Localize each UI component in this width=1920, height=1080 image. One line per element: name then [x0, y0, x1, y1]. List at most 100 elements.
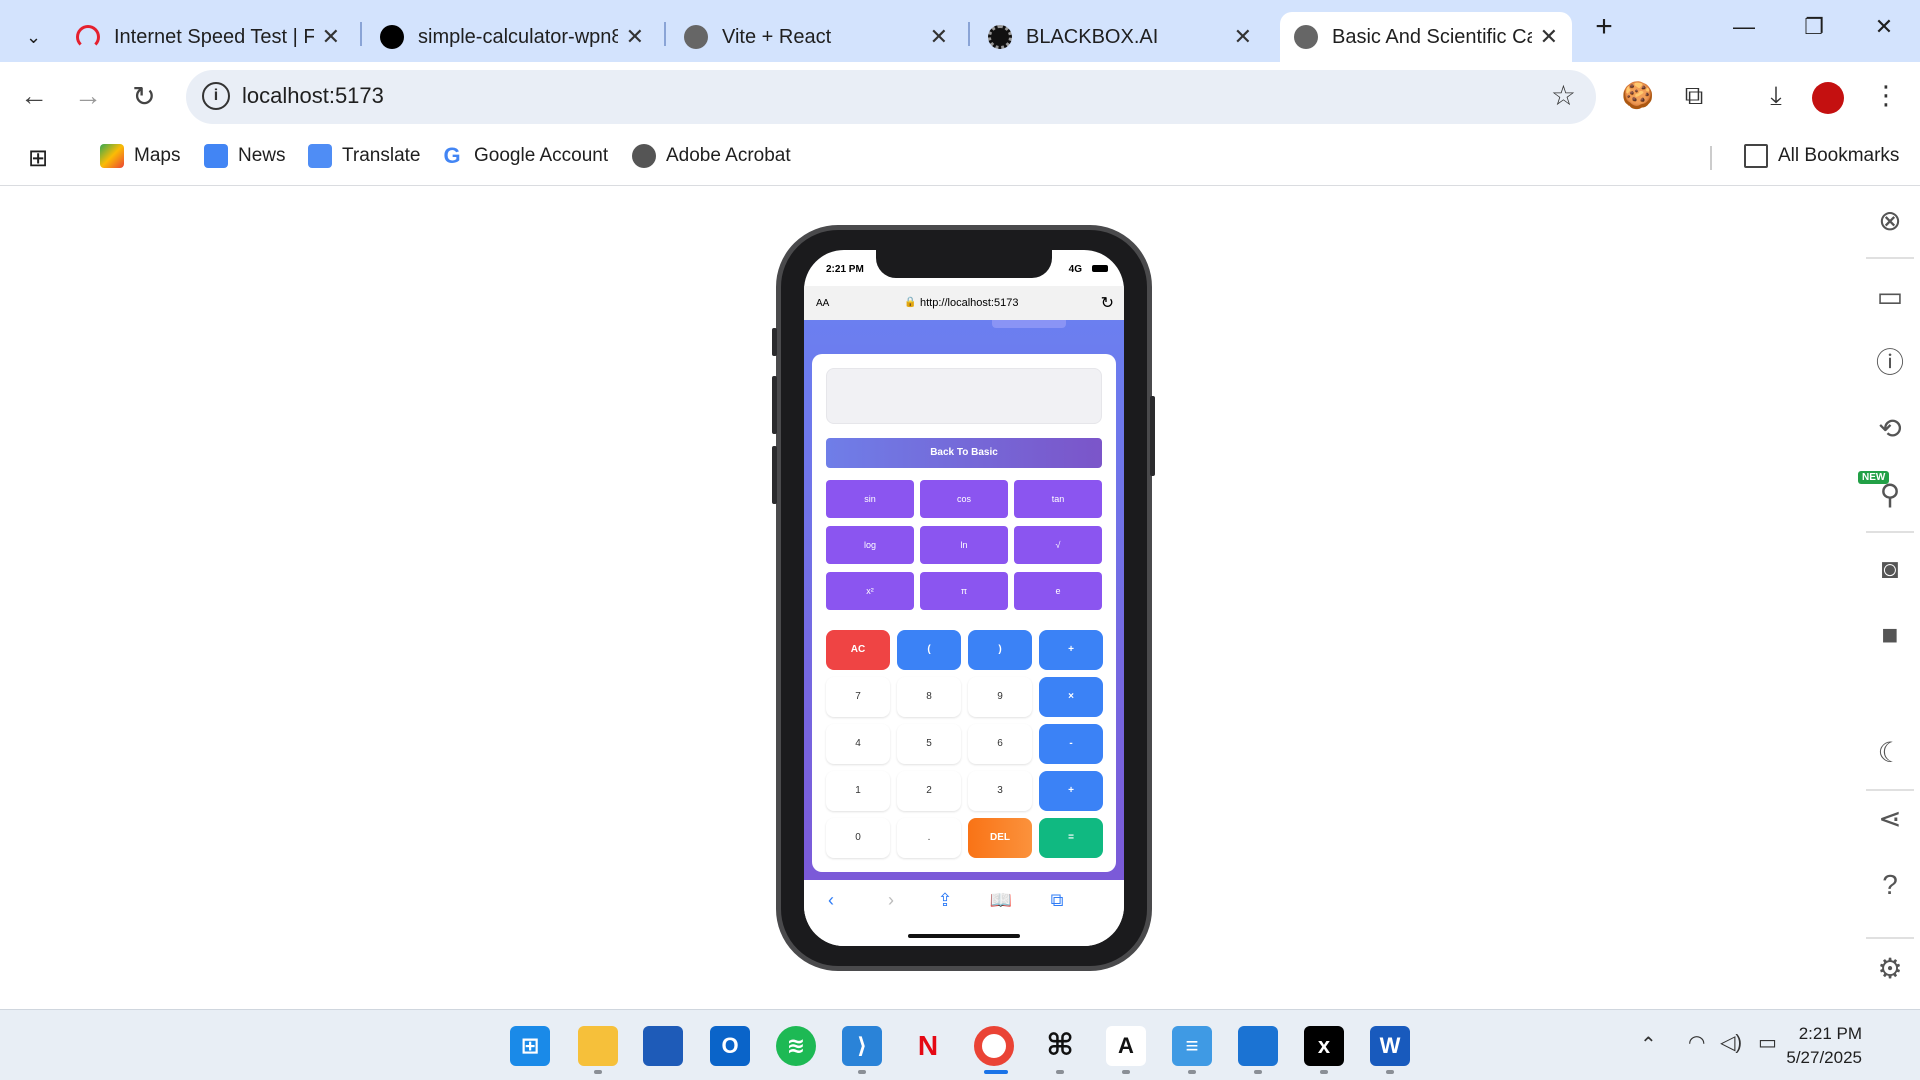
close-tab-icon[interactable]: ✕ [930, 24, 948, 50]
photos-icon[interactable] [1238, 1026, 1278, 1066]
tab-speed-test[interactable]: Internet Speed Test | Fast.com ✕ [62, 12, 354, 62]
open-paren-button[interactable]: ( [897, 630, 961, 670]
digit-button[interactable]: 9 [968, 677, 1032, 717]
address-url[interactable]: localhost:5173 [242, 83, 384, 109]
windows-start-icon[interactable]: ⊞ [510, 1026, 550, 1066]
cookie-extension-icon[interactable]: 🍪 [1620, 80, 1656, 111]
notepad-icon[interactable]: ≡ [1172, 1026, 1212, 1066]
reload-icon[interactable]: ↻ [1101, 293, 1114, 313]
profile-avatar[interactable] [1812, 82, 1844, 114]
all-bookmarks-button[interactable]: All Bookmarks [1744, 144, 1899, 168]
rotate-icon[interactable]: ⟲ [1872, 411, 1908, 447]
safari-back-icon[interactable]: ‹ [816, 890, 846, 911]
sqrt-button[interactable]: √ [1014, 526, 1102, 564]
operator-button[interactable]: + [1039, 630, 1103, 670]
settings-gear-icon[interactable]: ⚙ [1872, 951, 1908, 987]
back-button[interactable]: ← [16, 80, 52, 112]
safari-forward-icon[interactable]: › [876, 890, 906, 911]
devices-icon[interactable]: ▭ [1872, 279, 1908, 315]
tab-blackbox[interactable]: BLACKBOX.AI ✕ [974, 12, 1266, 62]
close-tab-icon[interactable]: ✕ [322, 24, 340, 50]
digit-button[interactable]: 8 [897, 677, 961, 717]
forward-button[interactable]: → [70, 80, 106, 112]
new-tab-button[interactable]: + [1584, 10, 1624, 44]
close-tab-icon[interactable]: ✕ [1234, 24, 1252, 50]
digit-button[interactable]: 4 [826, 724, 890, 764]
tab-simple-calculator[interactable]: simple-calculator-wpn8 ✕ [366, 12, 658, 62]
e-button[interactable]: e [1014, 572, 1102, 610]
bookmarks-icon[interactable]: 📖 [986, 890, 1016, 911]
delete-button[interactable]: DEL [968, 818, 1032, 858]
restore-button[interactable]: ❐ [1794, 14, 1834, 40]
anthropic-icon[interactable]: A [1106, 1026, 1146, 1066]
minimize-button[interactable]: — [1724, 14, 1764, 40]
sin-button[interactable]: sin [826, 480, 914, 518]
ln-button[interactable]: ln [920, 526, 1008, 564]
outlook-icon[interactable]: O [710, 1026, 750, 1066]
digit-button[interactable]: 7 [826, 677, 890, 717]
decimal-button[interactable]: . [897, 818, 961, 858]
tab-calculator-active[interactable]: Basic And Scientific Calculator ✕ [1280, 12, 1572, 62]
reload-button[interactable]: ↻ [126, 80, 162, 113]
spotify-icon[interactable]: ≋ [776, 1026, 816, 1066]
info-icon[interactable]: ⓘ [1872, 345, 1908, 381]
bookmark-translate[interactable]: Translate [308, 144, 421, 168]
share-icon[interactable]: ⋖ [1872, 801, 1908, 837]
close-window-button[interactable]: ✕ [1864, 14, 1904, 40]
bookmark-news[interactable]: News [204, 144, 286, 168]
netflix-icon[interactable]: N [908, 1026, 948, 1066]
video-icon[interactable]: ■ [1872, 617, 1908, 653]
zoom-icon[interactable]: ⚲ [1872, 477, 1908, 513]
tab-vite-react[interactable]: Vite + React ✕ [670, 12, 962, 62]
digit-button[interactable]: 5 [897, 724, 961, 764]
camera-icon[interactable]: ◙ [1872, 551, 1908, 587]
digit-button[interactable]: 1 [826, 771, 890, 811]
digit-button[interactable]: 3 [968, 771, 1032, 811]
word-icon[interactable]: W [1370, 1026, 1410, 1066]
bookmark-star-icon[interactable]: ☆ [1551, 79, 1576, 112]
equals-button[interactable]: = [1039, 818, 1103, 858]
tab-search-button[interactable]: ⌄ [10, 12, 54, 62]
close-circle-icon[interactable]: ⊗ [1872, 203, 1908, 239]
apps-grid-icon[interactable]: ⊞ [28, 144, 48, 173]
taskbar-clock[interactable]: 2:21 PM 5/27/2025 [1786, 1022, 1862, 1070]
cos-button[interactable]: cos [920, 480, 1008, 518]
xai-icon[interactable]: x [1304, 1026, 1344, 1066]
close-tab-icon[interactable]: ✕ [626, 24, 644, 50]
extensions-icon[interactable]: ⧉ [1676, 80, 1712, 112]
volume-icon[interactable]: ◁) [1720, 1030, 1742, 1055]
share-icon[interactable]: ⇪ [930, 890, 960, 911]
bookmark-google-account[interactable]: G Google Account [440, 144, 608, 168]
battery-icon[interactable]: ▭ [1758, 1030, 1777, 1055]
tabs-icon[interactable]: ⧉ [1042, 890, 1072, 911]
log-button[interactable]: log [826, 526, 914, 564]
dark-mode-icon[interactable]: ☾ [1872, 735, 1908, 771]
add-button[interactable]: + [1039, 771, 1103, 811]
close-tab-icon[interactable]: ✕ [1540, 24, 1558, 50]
digit-button[interactable]: 2 [897, 771, 961, 811]
pi-button[interactable]: π [920, 572, 1008, 610]
tan-button[interactable]: tan [1014, 480, 1102, 518]
site-info-icon[interactable]: i [202, 82, 230, 110]
subtract-button[interactable]: - [1039, 724, 1103, 764]
chrome-icon[interactable] [974, 1026, 1014, 1066]
bookmark-maps[interactable]: Maps [100, 144, 180, 168]
microsoft-store-icon[interactable] [643, 1026, 683, 1066]
back-to-basic-button[interactable]: Back To Basic [826, 438, 1102, 468]
chatgpt-icon[interactable]: ⌘ [1040, 1026, 1080, 1066]
bookmark-adobe-acrobat[interactable]: Adobe Acrobat [632, 144, 791, 168]
menu-icon[interactable]: ⋮ [1868, 80, 1904, 111]
close-paren-button[interactable]: ) [968, 630, 1032, 670]
safari-url[interactable]: http://localhost:5173 [920, 297, 1018, 309]
address-bar[interactable]: i localhost:5173 ☆ [186, 70, 1596, 124]
digit-button[interactable]: 6 [968, 724, 1032, 764]
file-explorer-icon[interactable] [578, 1026, 618, 1066]
safari-address-bar[interactable]: AA 🔒 http://localhost:5173 ↻ [804, 286, 1124, 322]
square-button[interactable]: x² [826, 572, 914, 610]
text-size-button[interactable]: AA [816, 298, 829, 309]
vscode-icon[interactable]: ⟩ [842, 1026, 882, 1066]
tray-chevron-up-icon[interactable]: ⌃ [1640, 1032, 1657, 1057]
wifi-icon[interactable]: ◠ [1688, 1030, 1705, 1055]
digit-button[interactable]: 0 [826, 818, 890, 858]
download-icon[interactable]: ⤓ [1758, 80, 1794, 112]
